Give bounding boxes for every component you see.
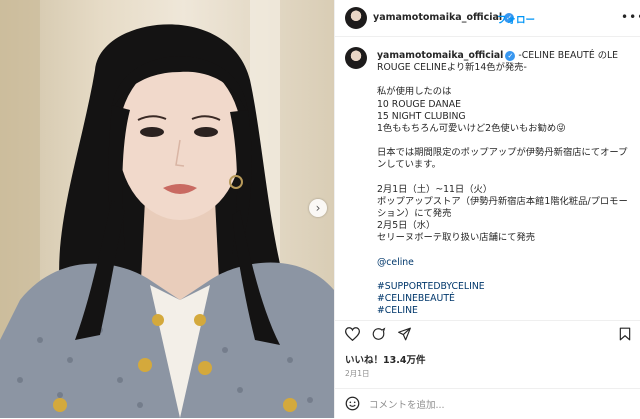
caption-line: 2月1日（土）~11日（火） xyxy=(377,183,493,195)
comment-icon[interactable] xyxy=(371,327,386,341)
more-options-icon[interactable]: ••• xyxy=(621,10,640,24)
caption-area: yamamotomaika_official ✓ -CELINE BEAUTÉ の… xyxy=(335,36,640,320)
caption-line: 10 ROUGE DANAE xyxy=(377,98,461,110)
caption-line: 2月5日（水） xyxy=(377,220,436,232)
caption-line: 1色ももちろん可愛いけど2色使いもお勧め😜 xyxy=(377,123,566,135)
caption-text: yamamotomaika_official ✓ -CELINE BEAUTÉ の… xyxy=(377,50,635,320)
caption-first-line: yamamotomaika_official ✓ -CELINE BEAUTÉ の… xyxy=(377,50,635,74)
post-header: yamamotomaika_official✓ フォロー ••• xyxy=(335,0,640,37)
smiley-icon[interactable] xyxy=(345,396,360,411)
post-date[interactable]: 2月1日 xyxy=(345,368,370,379)
comment-bar: コメントを追加... xyxy=(335,388,640,419)
caption-line: 15 NIGHT CLUBING xyxy=(377,110,466,122)
mention-link[interactable]: @celine xyxy=(377,257,635,269)
hashtag-link[interactable]: #SUPPORTEDBYCELINE xyxy=(377,281,635,293)
bookmark-icon[interactable] xyxy=(619,327,631,341)
instagram-post: › yamamotomaika_official✓ フォロー ••• yamam… xyxy=(0,0,640,418)
caption-username[interactable]: yamamotomaika_official xyxy=(377,50,503,61)
comment-input[interactable]: コメントを追加... xyxy=(369,397,445,411)
next-image-button[interactable]: › xyxy=(309,199,327,217)
username-link[interactable]: yamamotomaika_official ✓ xyxy=(373,12,515,23)
caption-line: 日本では期間限定のポップアップが伊勢丹新宿店にてオープンしています。 xyxy=(377,147,628,171)
share-icon[interactable] xyxy=(397,327,412,341)
heart-icon[interactable] xyxy=(345,327,360,341)
portrait-illustration xyxy=(0,0,334,418)
caption-line: ポップアップストア（伊勢丹新宿店本館1階化粧品/プロモーション）にて発売 xyxy=(377,195,628,220)
follow-button[interactable]: フォロー xyxy=(497,12,535,26)
caption-line: セリーヌボーテ取り扱い店舗にて発売 xyxy=(377,232,536,244)
post-photo[interactable]: › xyxy=(0,0,334,418)
post-side-panel: yamamotomaika_official✓ フォロー ••• yamamot… xyxy=(334,0,640,418)
like-count[interactable]: いいね！13.4万件 xyxy=(345,352,425,366)
verified-badge-icon: ✓ xyxy=(505,50,516,61)
hashtag-link[interactable]: #CELINEBEAUTÉ xyxy=(377,293,635,305)
hashtag-link[interactable]: #CELINE xyxy=(377,305,635,317)
avatar[interactable] xyxy=(345,7,367,29)
username-text: yamamotomaika_official xyxy=(373,12,503,23)
post-actions xyxy=(335,320,640,347)
avatar[interactable] xyxy=(345,47,367,69)
caption-line: 私が使用したのは xyxy=(377,86,452,98)
